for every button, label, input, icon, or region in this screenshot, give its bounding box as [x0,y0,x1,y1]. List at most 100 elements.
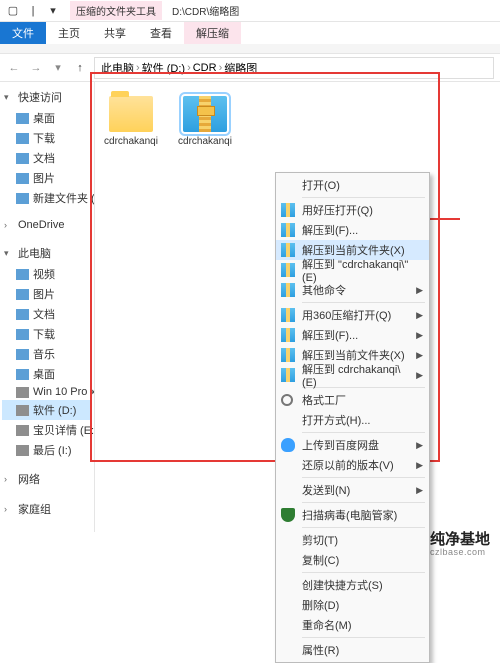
drive-icon [16,387,29,398]
qat-dropdown-icon[interactable]: ▾ [44,2,62,20]
sidebar-item[interactable]: 文档 [2,148,92,168]
drive-icon [16,349,29,360]
sidebar-item[interactable]: 桌面 [2,364,92,384]
submenu-arrow-icon: ▶ [416,485,423,496]
homegroup-header[interactable]: ›家庭组 [2,498,92,520]
shield-icon [281,508,295,522]
sidebar-item-label: 最后 (I:) [33,442,72,458]
submenu-arrow-icon: ▶ [416,350,423,361]
sidebar-item[interactable]: 音乐 [2,344,92,364]
up-icon[interactable]: ↑ [72,60,88,76]
submenu-arrow-icon: ▶ [416,285,423,296]
sidebar-item[interactable]: 桌面 [2,108,92,128]
submenu-arrow-icon: ▶ [416,440,423,451]
sidebar-item-label: 音乐 [33,346,55,362]
sidebar-item[interactable]: 下载 [2,324,92,344]
menu-separator [302,527,425,528]
breadcrumb-segment[interactable]: CDR [193,62,217,74]
sidebar-item-label: Win 10 Pro x64 (C [33,386,95,398]
sidebar-item-label: 宝贝详情 (E:) [33,422,95,438]
menu-item-label: 解压到(F)... [302,327,358,343]
recent-locations-icon[interactable]: ▾ [50,60,66,76]
menu-item-label: 重命名(M) [302,617,352,633]
sidebar-item[interactable]: 软件 (D:) [2,400,92,420]
breadcrumb-segment[interactable]: 软件 (D:) [142,60,185,76]
back-icon[interactable]: ← [6,60,22,76]
menu-item[interactable]: 其他命令 ▶ [276,280,429,300]
nav-bar: ← → ▾ ↑ 此电脑› 软件 (D:)› CDR› 缩略图 [0,54,500,82]
drive-icon [16,329,29,340]
menu-item[interactable]: 扫描病毒(电脑管家) [276,505,429,525]
tab-home[interactable]: 主页 [46,22,92,44]
sidebar-item[interactable]: 图片 [2,168,92,188]
gear-icon [281,394,293,406]
sidebar-item[interactable]: Win 10 Pro x64 (C [2,384,92,400]
menu-item[interactable]: 创建快捷方式(S) [276,575,429,595]
menu-item-label: 用360压缩打开(Q) [302,307,391,323]
menu-separator [302,302,425,303]
tab-view[interactable]: 查看 [138,22,184,44]
sidebar-item-label: 桌面 [33,366,55,382]
forward-icon[interactable]: → [28,60,44,76]
sidebar-item[interactable]: 最后 (I:) [2,440,92,460]
menu-open[interactable]: 打开(O) [276,175,429,195]
this-pc-header[interactable]: ▾此电脑 [2,242,92,264]
folder-up-icon[interactable]: ▢ [4,2,22,20]
menu-item-label: 剪切(T) [302,532,338,548]
sidebar-item-label: 新建文件夹 (8) [33,190,95,206]
menu-item-label: 删除(D) [302,597,339,613]
chevron-right-icon: › [136,62,140,74]
sidebar-item-label: 视频 [33,266,55,282]
menu-item[interactable]: 解压到 "cdrchakanqi\"(E) [276,260,429,280]
chevron-right-icon: › [4,474,12,484]
menu-separator [302,572,425,573]
menu-item[interactable]: 复制(C) [276,550,429,570]
menu-item[interactable]: 发送到(N)▶ [276,480,429,500]
menu-item[interactable]: 解压到(F)... [276,220,429,240]
menu-item[interactable]: 打开方式(H)... [276,410,429,430]
sidebar-item[interactable]: 视频 [2,264,92,284]
tab-extract[interactable]: 解压缩 [184,22,241,44]
sidebar-item[interactable]: 图片 [2,284,92,304]
menu-item-label: 创建快捷方式(S) [302,577,383,593]
folder-icon [16,153,29,164]
menu-separator [302,477,425,478]
menu-item[interactable]: 删除(D) [276,595,429,615]
menu-item[interactable]: 解压到 cdrchakanqi\ (E)▶ [276,365,429,385]
tab-file[interactable]: 文件 [0,22,46,44]
menu-item[interactable]: 上传到百度网盘▶ [276,435,429,455]
submenu-arrow-icon: ▶ [416,310,423,321]
menu-item[interactable]: 重命名(M) [276,615,429,635]
file-pane[interactable]: cdrchakanqicdrchakanqi 打开(O) 用好压打开(Q)解压到… [95,82,500,532]
menu-item[interactable]: 剪切(T) [276,530,429,550]
network-header[interactable]: ›网络 [2,468,92,490]
menu-separator [302,637,425,638]
breadcrumb[interactable]: 此电脑› 软件 (D:)› CDR› 缩略图 [94,57,494,79]
menu-item[interactable]: 还原以前的版本(V)▶ [276,455,429,475]
menu-item[interactable]: 属性(R) [276,640,429,660]
sidebar-item-label: 文档 [33,150,55,166]
archive-icon [183,96,227,132]
menu-item[interactable]: 解压到(F)...▶ [276,325,429,345]
menu-item[interactable]: 用好压打开(Q) [276,200,429,220]
breadcrumb-segment[interactable]: 此电脑 [101,60,134,76]
archive-icon [281,348,295,362]
sidebar-item[interactable]: 下载 [2,128,92,148]
sidebar-item[interactable]: 宝贝详情 (E:) [2,420,92,440]
drive-icon [16,445,29,456]
tab-share[interactable]: 共享 [92,22,138,44]
breadcrumb-segment[interactable]: 缩略图 [224,60,257,76]
menu-item-label: 其他命令 [302,282,346,298]
onedrive-header[interactable]: ›OneDrive [2,216,92,234]
folder-icon [16,173,29,184]
folder-item[interactable]: cdrchakanqi [103,96,159,147]
menu-item[interactable]: 格式工厂 [276,390,429,410]
menu-item[interactable]: 用360压缩打开(Q) ▶ [276,305,429,325]
quick-access-header[interactable]: ▾快速访问 [2,86,92,108]
drive-icon [16,269,29,280]
sidebar-item[interactable]: 文档 [2,304,92,324]
menu-separator [302,197,425,198]
sidebar-item[interactable]: 新建文件夹 (8) [2,188,92,208]
menu-item-label: 属性(R) [302,642,339,658]
archive-item[interactable]: cdrchakanqi [177,96,233,147]
